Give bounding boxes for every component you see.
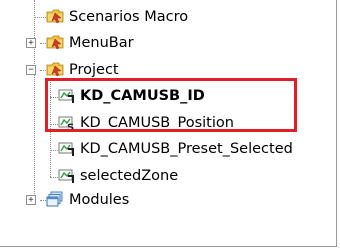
highlight-box [45,78,297,132]
expand-button[interactable]: + [26,195,36,205]
tree-node-label: KD_CAMUSB_Preset_Selected [80,141,293,157]
tree-connector [50,150,58,151]
collapse-button[interactable]: − [26,65,36,75]
scenario-folder-icon [46,9,64,24]
variable-tag-icon [58,142,74,156]
tree-connector [34,0,35,200]
tree-node-label: Modules [69,192,130,208]
expand-button[interactable]: + [26,38,36,48]
tree-connector [34,17,46,18]
tree-node-label: Project [69,62,119,78]
tree-view[interactable]: Scenarios Macro + MenuBar − Project KD_C… [0,0,337,247]
scenario-folder-icon [46,35,64,50]
tree-node-label: MenuBar [69,35,134,51]
variable-tag-icon [58,169,74,183]
tree-connector [50,177,58,178]
tree-node-label: Scenarios Macro [69,9,189,25]
modules-icon [46,191,63,207]
tree-node-label: selectedZone [80,168,179,184]
scenario-folder-icon [46,62,64,77]
